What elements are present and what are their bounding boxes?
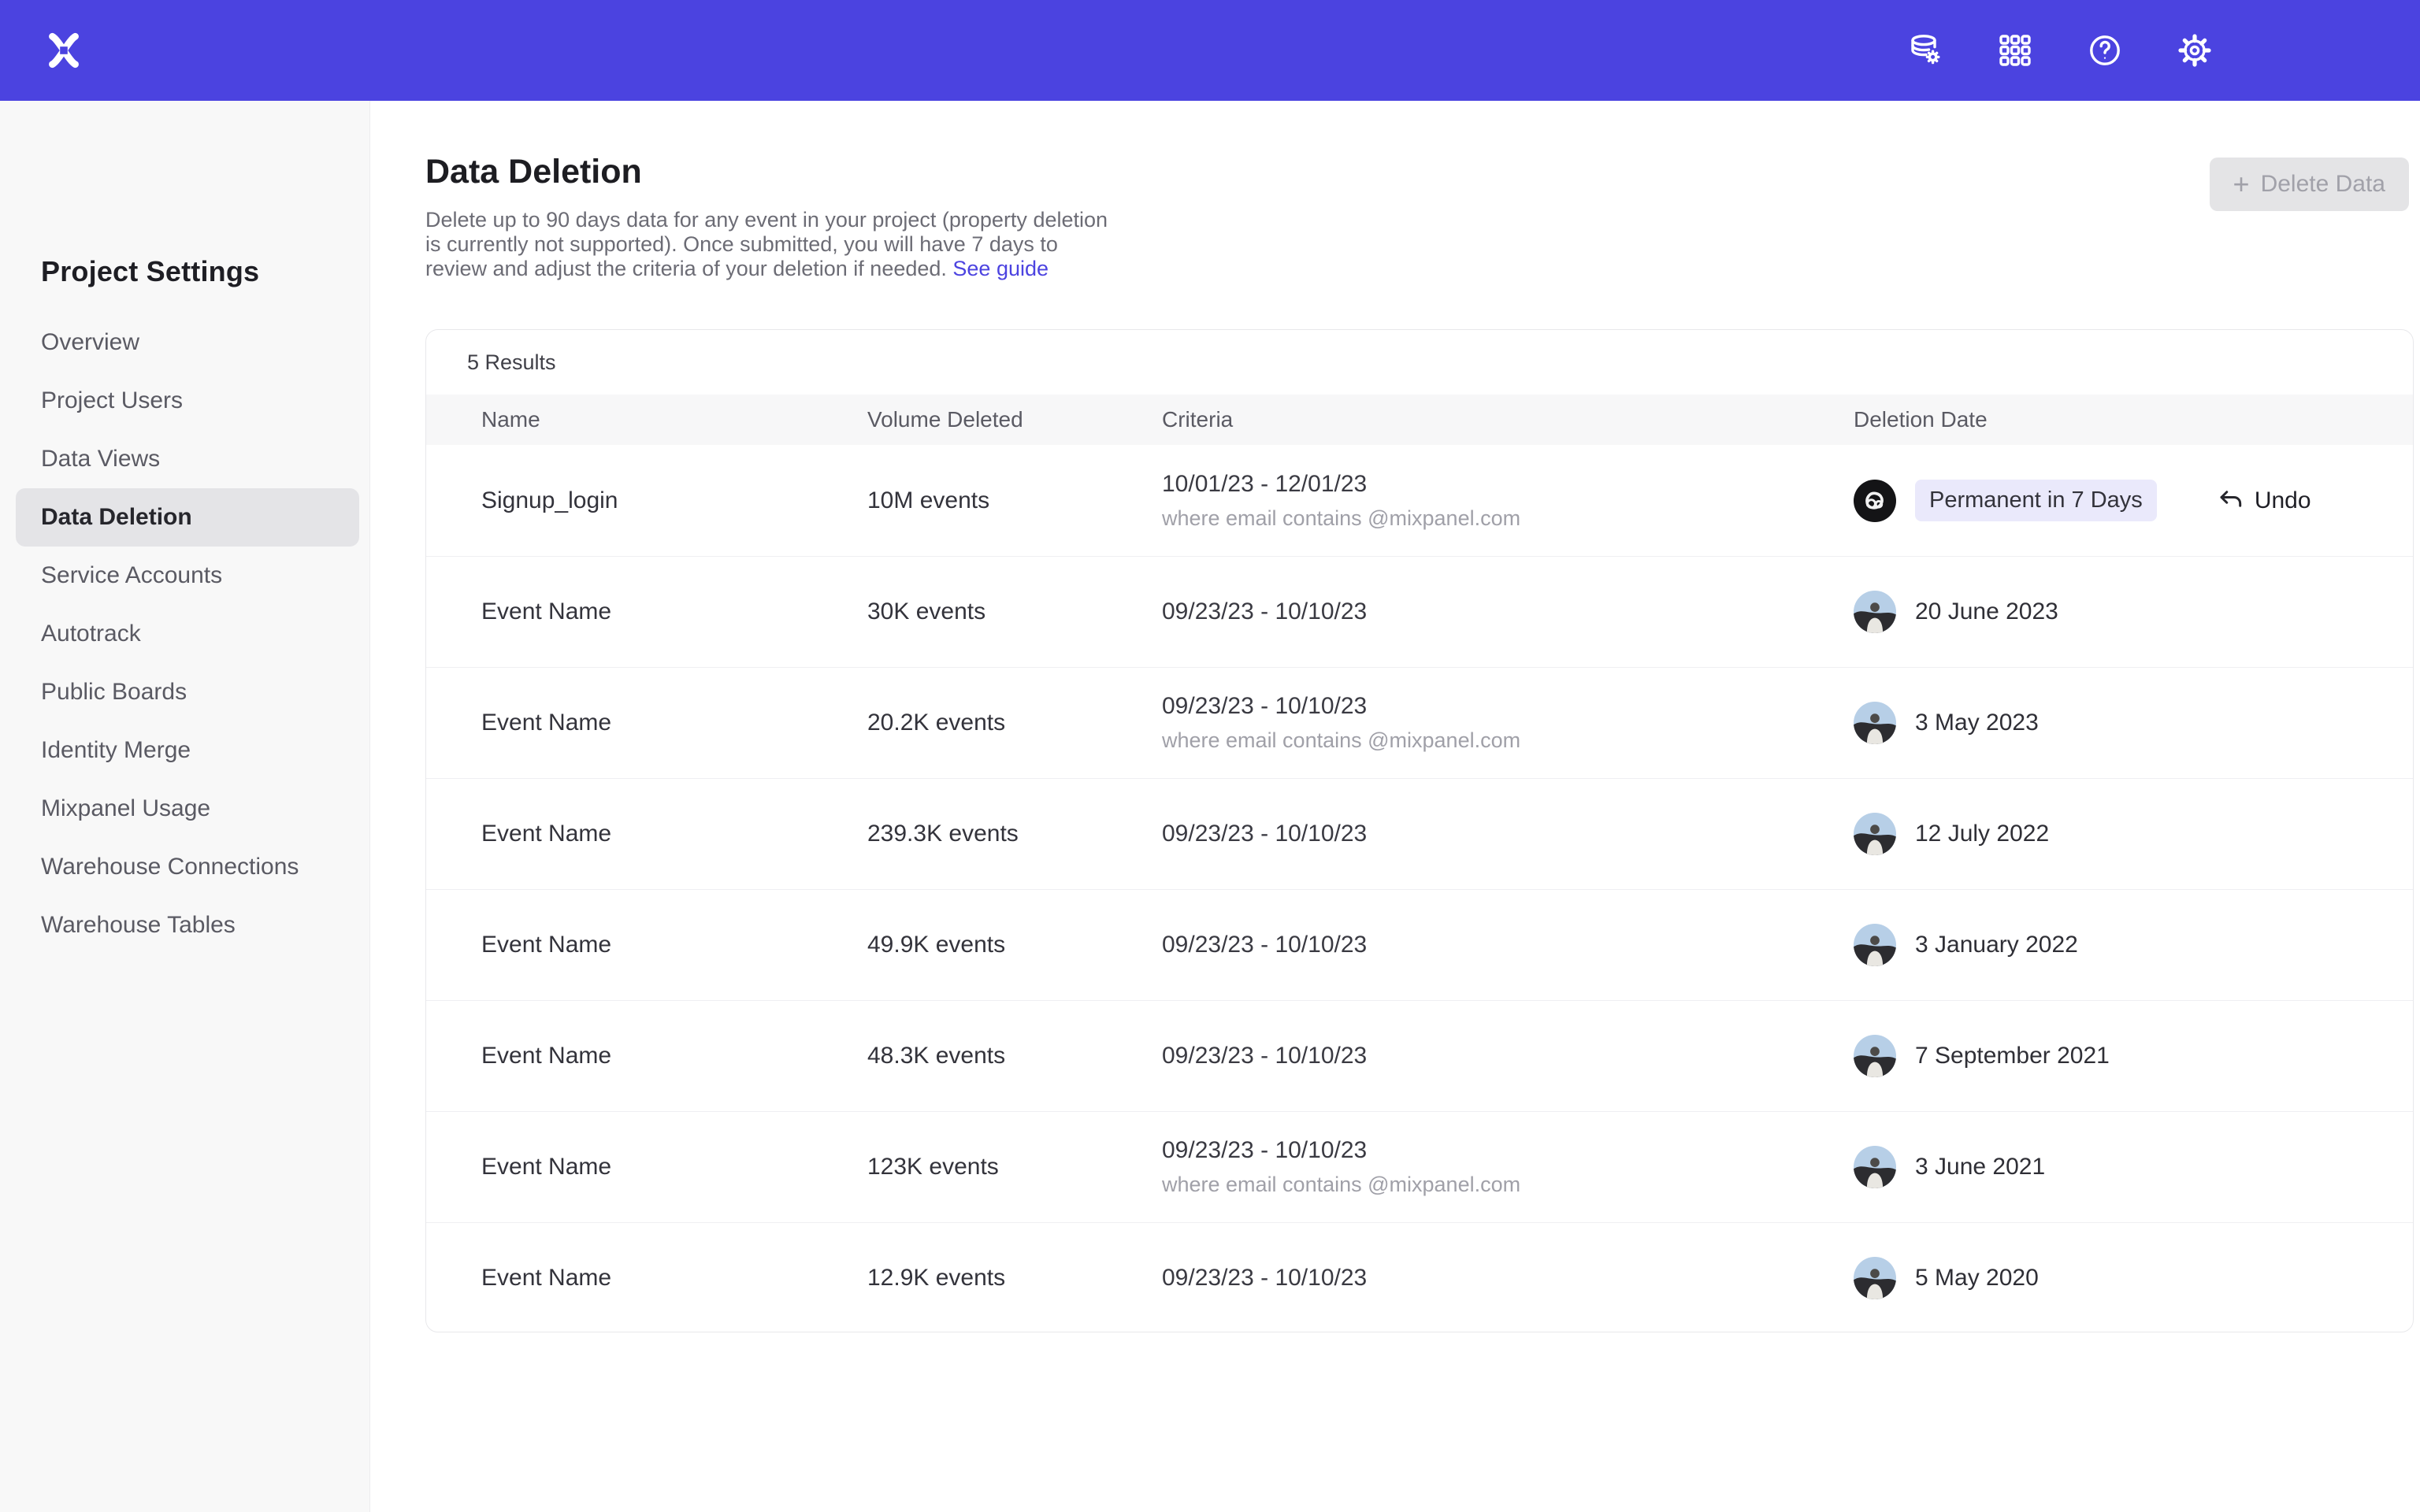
criteria-date-range: 10/01/23 - 12/01/23 [1162,471,1367,498]
header-icon-group [1906,32,2214,69]
table-body: Signup_login 10M events 10/01/23 - 12/01… [426,445,2413,1332]
see-guide-link[interactable]: See guide [952,257,1049,280]
user-avatar [1854,591,1896,633]
mixpanel-logo[interactable] [44,31,84,70]
event-name: Signup_login [481,487,618,514]
table-header-row: Name Volume Deleted Criteria Deletion Da… [426,395,2413,445]
event-name: Event Name [481,1265,611,1292]
sidebar-item-project-users[interactable]: Project Users [16,372,359,430]
column-criteria: Criteria [1162,407,1854,432]
table-row: Event Name 12.9K events 09/23/23 - 10/10… [426,1222,2413,1332]
event-name: Event Name [481,821,611,847]
column-name: Name [481,407,867,432]
table-row: Event Name 30K events 09/23/23 - 10/10/2… [426,556,2413,667]
sidebar-item-data-deletion[interactable]: Data Deletion [16,488,359,547]
volume-deleted: 123K events [867,1154,999,1180]
sidebar-item-identity-merge[interactable]: Identity Merge [16,721,359,780]
volume-deleted: 239.3K events [867,821,1019,847]
undo-label: Undo [2255,487,2311,514]
column-deletion-date: Deletion Date [1854,407,2413,432]
sidebar-item-warehouse-connections[interactable]: Warehouse Connections [16,838,359,896]
event-name: Event Name [481,1043,611,1069]
sidebar-item-warehouse-tables[interactable]: Warehouse Tables [16,896,359,954]
table-row: Signup_login 10M events 10/01/23 - 12/01… [426,445,2413,556]
database-settings-icon[interactable] [1906,32,1944,69]
help-icon[interactable] [2086,32,2124,69]
deletion-date: 3 May 2023 [1915,710,2039,736]
table-row: Event Name 123K events 09/23/23 - 10/10/… [426,1111,2413,1222]
event-name: Event Name [481,598,611,625]
sidebar-item-overview[interactable]: Overview [16,313,359,372]
sidebar-item-service-accounts[interactable]: Service Accounts [16,547,359,605]
event-name: Event Name [481,1154,611,1180]
delete-data-label: Delete Data [2261,171,2385,198]
undo-icon [2217,487,2245,515]
criteria-filter: where email contains @mixpanel.com [1162,1173,1520,1197]
table-row: Event Name 239.3K events 09/23/23 - 10/1… [426,778,2413,889]
user-avatar [1854,1035,1896,1077]
user-avatar [1854,813,1896,855]
volume-deleted: 49.9K events [867,932,1005,958]
deletion-table-card: 5 Results Name Volume Deleted Criteria D… [425,329,2414,1332]
volume-deleted: 30K events [867,598,985,625]
user-avatar [1854,924,1896,966]
deletion-date: 5 May 2020 [1915,1265,2039,1292]
sidebar-nav: OverviewProject UsersData ViewsData Dele… [16,313,359,954]
deletion-date: 3 June 2021 [1915,1154,2045,1180]
event-name: Event Name [481,710,611,736]
criteria-date-range: 09/23/23 - 10/10/23 [1162,598,1367,625]
volume-deleted: 48.3K events [867,1043,1005,1069]
undo-button[interactable]: Undo [2217,487,2311,515]
user-avatar [1854,1146,1896,1188]
sidebar-item-public-boards[interactable]: Public Boards [16,663,359,721]
apps-grid-icon[interactable] [1996,32,2034,69]
event-name: Event Name [481,932,611,958]
user-avatar [1854,702,1896,744]
main-content: Data Deletion Delete up to 90 days data … [370,101,2420,1512]
deletion-date: 3 January 2022 [1915,932,2078,958]
criteria-date-range: 09/23/23 - 10/10/23 [1162,693,1367,720]
delete-data-button[interactable]: + Delete Data [2210,158,2409,211]
table-row: Event Name 48.3K events 09/23/23 - 10/10… [426,1000,2413,1111]
user-avatar [1854,480,1896,522]
volume-deleted: 10M events [867,487,989,514]
criteria-date-range: 09/23/23 - 10/10/23 [1162,932,1367,958]
status-badge: Permanent in 7 Days [1915,480,2157,521]
criteria-date-range: 09/23/23 - 10/10/23 [1162,821,1367,847]
criteria-date-range: 09/23/23 - 10/10/23 [1162,1137,1367,1164]
page-title: Data Deletion [425,153,642,191]
plus-icon: + [2233,170,2250,198]
criteria-filter: where email contains @mixpanel.com [1162,506,1520,531]
sidebar-item-autotrack[interactable]: Autotrack [16,605,359,663]
deletion-date: 12 July 2022 [1915,821,2049,847]
volume-deleted: 20.2K events [867,710,1005,736]
deletion-date: 20 June 2023 [1915,598,2058,625]
criteria-filter: where email contains @mixpanel.com [1162,728,1520,753]
sidebar-item-data-views[interactable]: Data Views [16,430,359,488]
settings-gear-icon[interactable] [2176,32,2214,69]
user-avatar [1854,1257,1896,1299]
volume-deleted: 12.9K events [867,1265,1005,1292]
settings-sidebar: Project Settings OverviewProject UsersDa… [0,101,370,1512]
sidebar-item-mixpanel-usage[interactable]: Mixpanel Usage [16,780,359,838]
table-row: Event Name 49.9K events 09/23/23 - 10/10… [426,889,2413,1000]
deletion-date: 7 September 2021 [1915,1043,2110,1069]
criteria-date-range: 09/23/23 - 10/10/23 [1162,1043,1367,1069]
sidebar-title: Project Settings [41,255,259,288]
column-volume-deleted: Volume Deleted [867,407,1162,432]
table-row: Event Name 20.2K events 09/23/23 - 10/10… [426,667,2413,778]
results-count: 5 Results [467,350,556,375]
criteria-date-range: 09/23/23 - 10/10/23 [1162,1265,1367,1292]
app-header [0,0,2420,101]
page-description: Delete up to 90 days data for any event … [425,208,1119,281]
